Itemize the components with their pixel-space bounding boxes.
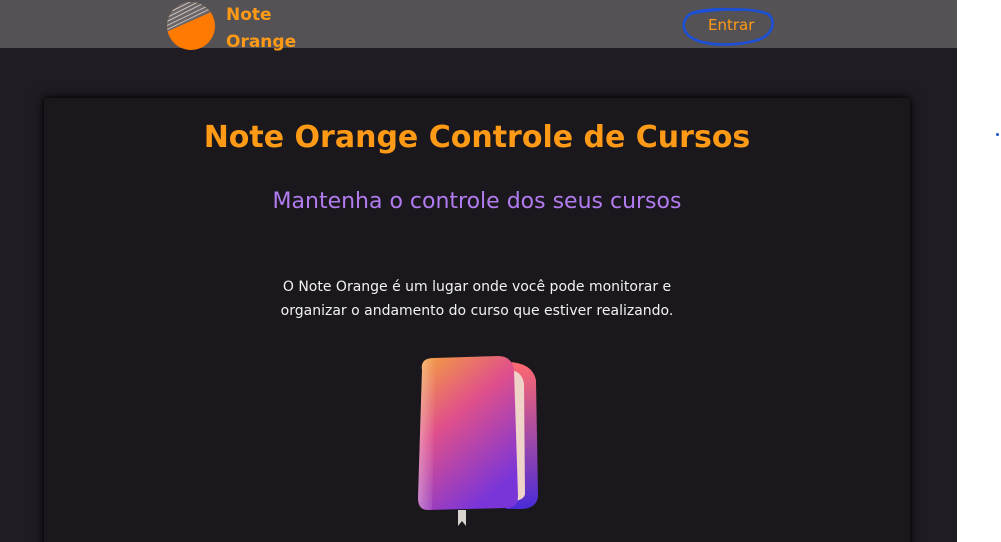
page-description: O Note Orange é um lugar onde você pode … xyxy=(224,275,730,323)
login-link[interactable]: Entrar xyxy=(682,7,783,46)
brand-name: Note Orange xyxy=(226,2,296,56)
page-title: Note Orange Controle de Cursos xyxy=(203,120,751,155)
book-icon xyxy=(418,356,538,526)
app-window: Note Orange Entrar Note Orange Controle … xyxy=(0,0,957,542)
description-line1: O Note Orange é um lugar onde você pode … xyxy=(282,279,672,295)
top-navbar: Note Orange Entrar xyxy=(0,0,957,52)
note-orange-logo-icon xyxy=(167,2,215,50)
annotation-dot xyxy=(996,133,999,136)
brand-name-line1: Note xyxy=(226,5,272,25)
page-subtitle: Mantenha o controle dos seus cursos xyxy=(272,189,682,214)
brand-name-line2: Orange xyxy=(226,32,297,52)
description-line2: organizar o andamento do curso que estiv… xyxy=(280,303,674,319)
brand-logo[interactable]: Note Orange xyxy=(166,1,316,52)
hero-card: Note Orange Controle de Cursos Mantenha … xyxy=(44,98,910,542)
login-label: Entrar xyxy=(708,16,755,34)
